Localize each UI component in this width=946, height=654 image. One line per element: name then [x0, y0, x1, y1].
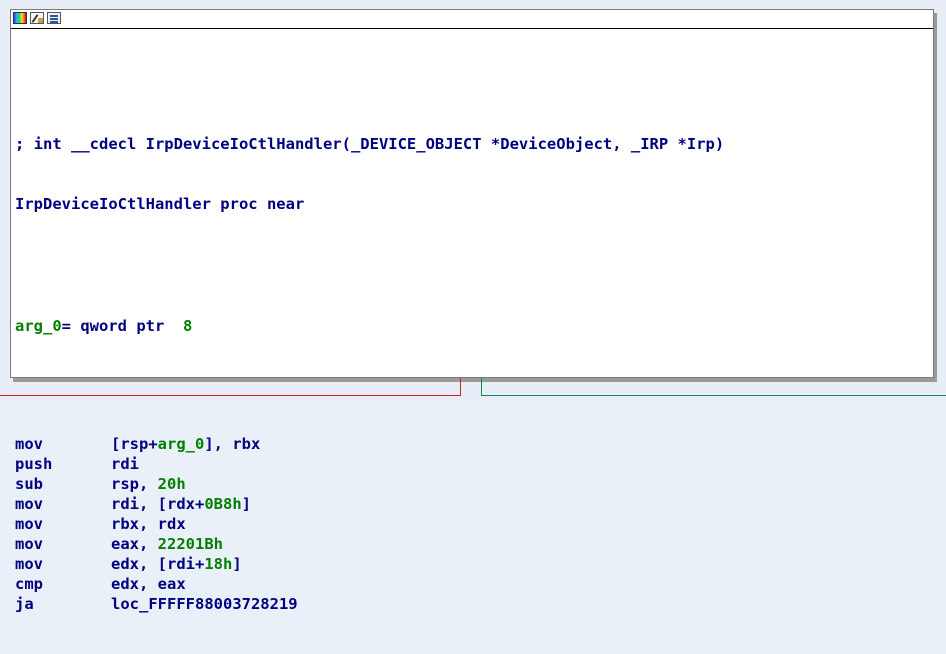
operand-text[interactable]: eax,	[111, 535, 158, 553]
operand-text[interactable]: edx, [rdi+	[111, 555, 204, 573]
color-palette-icon[interactable]	[13, 12, 27, 24]
operand-text[interactable]: edx, eax	[111, 575, 186, 593]
instruction-list: mov [rsp+arg_0], rbx push rdi sub rsp, 20h mov…	[15, 434, 933, 614]
operand-text[interactable]: ]	[242, 495, 251, 513]
operand-number[interactable]: 0B8h	[204, 495, 241, 513]
operand-text[interactable]: [rsp+	[111, 435, 158, 453]
operand-number[interactable]: arg_0	[158, 435, 205, 453]
operand-number[interactable]: 22201Bh	[158, 535, 223, 553]
function-prototype-comment: ; int __cdecl IrpDeviceIoCtlHandler(_DEV…	[15, 135, 725, 153]
instruction-line[interactable]: mov rdi, [rdx+0B8h]	[15, 494, 933, 514]
node-titlebar[interactable]	[11, 10, 933, 29]
arg-name[interactable]: arg_0	[15, 317, 62, 335]
instruction-mnemonic[interactable]: mov	[15, 494, 111, 514]
operand-text[interactable]: rsp,	[111, 475, 158, 493]
disassembly-listing: ; int __cdecl IrpDeviceIoCtlHandler(_DEV…	[15, 94, 933, 654]
operand-text[interactable]: rdi	[111, 455, 139, 473]
arg-type: = qword ptr	[61, 317, 165, 335]
instruction-line[interactable]: mov rbx, rdx	[15, 514, 933, 534]
operand-text[interactable]: loc_FFFFF88003728219	[111, 595, 298, 613]
operand-text[interactable]: ], rbx	[204, 435, 260, 453]
false-branch-edge	[460, 378, 461, 396]
arg-declaration: arg_0= qword ptr 8	[15, 316, 933, 336]
instruction-mnemonic[interactable]: mov	[15, 434, 111, 454]
group-nodes-icon[interactable]	[47, 12, 61, 24]
operand-number[interactable]: 20h	[158, 475, 186, 493]
operand-number[interactable]: 18h	[204, 555, 232, 573]
instruction-line[interactable]: push rdi	[15, 454, 933, 474]
instruction-mnemonic[interactable]: mov	[15, 514, 111, 534]
function-node[interactable]: ; int __cdecl IrpDeviceIoCtlHandler(_DEV…	[10, 9, 934, 613]
operand-text[interactable]: rdi, [rdx+	[111, 495, 204, 513]
operand-text[interactable]: ]	[232, 555, 241, 573]
instruction-mnemonic[interactable]: push	[15, 454, 111, 474]
instruction-line[interactable]: mov [rsp+arg_0], rbx	[15, 434, 933, 454]
instruction-mnemonic[interactable]: mov	[15, 534, 111, 554]
instruction-line[interactable]: cmp edx, eax	[15, 574, 933, 594]
true-branch-edge	[481, 378, 482, 396]
instruction-mnemonic[interactable]: ja	[15, 594, 111, 614]
false-branch-edge-horizontal	[0, 395, 461, 396]
instruction-mnemonic[interactable]: sub	[15, 474, 111, 494]
instruction-mnemonic[interactable]: mov	[15, 554, 111, 574]
arg-offset: 8	[183, 317, 193, 335]
operand-text[interactable]: rbx, rdx	[111, 515, 186, 533]
true-branch-edge-horizontal	[481, 395, 946, 396]
instruction-line[interactable]: mov edx, [rdi+18h]	[15, 554, 933, 574]
instruction-line[interactable]: sub rsp, 20h	[15, 474, 933, 494]
instruction-line[interactable]: ja loc_FFFFF88003728219	[15, 594, 933, 614]
instruction-mnemonic[interactable]: cmp	[15, 574, 111, 594]
instruction-line[interactable]: mov eax, 22201Bh	[15, 534, 933, 554]
rename-icon[interactable]	[30, 12, 44, 24]
proc-declaration[interactable]: IrpDeviceIoCtlHandler proc near	[15, 194, 933, 214]
